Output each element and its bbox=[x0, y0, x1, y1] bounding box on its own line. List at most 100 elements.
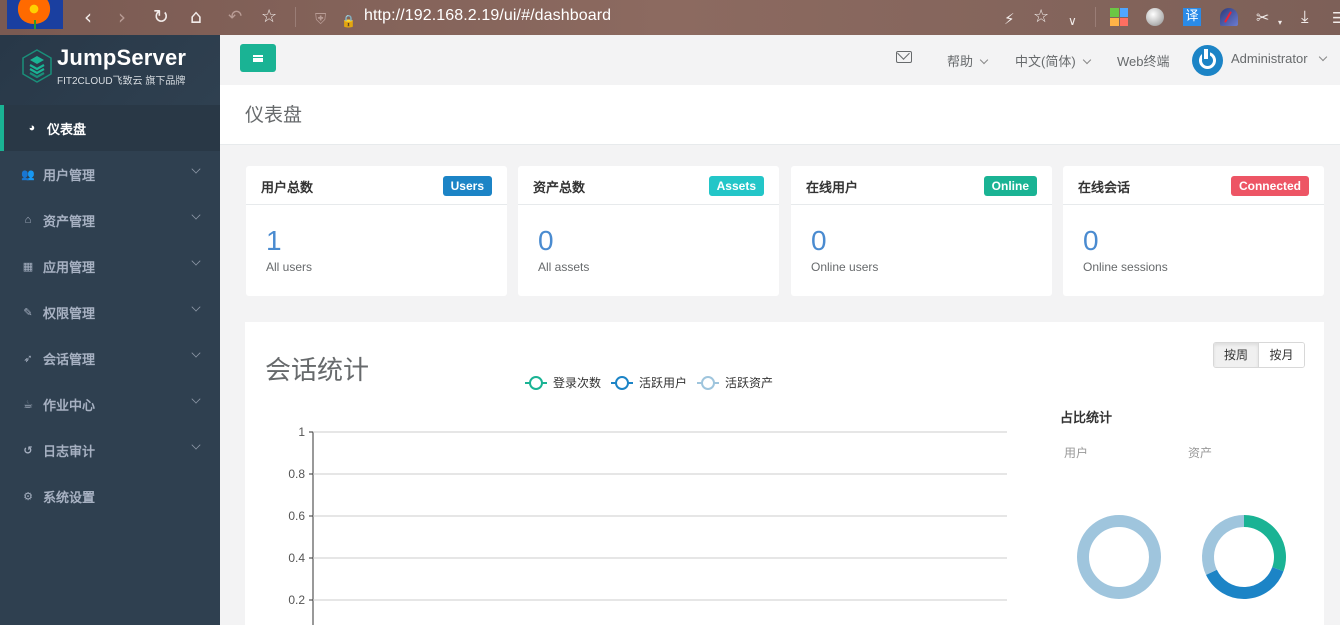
top-navbar: 帮助 中文(简体) Web终端 Administrator bbox=[220, 35, 1340, 85]
card-total-users: 用户总数 Users 1 All users bbox=[246, 166, 507, 296]
donut-slice bbox=[1206, 566, 1284, 599]
shield-icon[interactable]: ⛨ bbox=[315, 8, 326, 30]
hamburger-icon bbox=[253, 54, 263, 62]
card-label: Online users bbox=[811, 260, 879, 274]
sidebar-item-label: 仪表盘 bbox=[47, 121, 87, 137]
coffee-icon: ☕ bbox=[23, 398, 33, 411]
page-title: 仪表盘 bbox=[245, 105, 303, 126]
sidebar-item-label: 权限管理 bbox=[43, 305, 96, 321]
card-online-sessions: 在线会话 Connected 0 Online sessions bbox=[1063, 166, 1324, 296]
status-badge: Users bbox=[442, 176, 492, 196]
undo-icon[interactable]: ↶ bbox=[228, 6, 242, 28]
favorite-star-icon[interactable]: ☆ bbox=[1033, 6, 1049, 28]
sidebar-item-label: 应用管理 bbox=[43, 259, 96, 275]
card-total-assets: 资产总数 Assets 0 All assets bbox=[518, 166, 779, 296]
sidebar-item-3[interactable]: ▦ 应用管理 bbox=[0, 243, 220, 289]
grid-icon: ▦ bbox=[22, 260, 34, 273]
sidebar-item-1[interactable]: 👥 用户管理 bbox=[0, 151, 220, 197]
donut-slice bbox=[1077, 515, 1161, 599]
dashboard-icon: ◕ bbox=[28, 122, 36, 134]
sidebar-item-6[interactable]: ☕ 作业中心 bbox=[0, 381, 220, 427]
user-dropdown[interactable]: Administrator bbox=[1231, 51, 1327, 66]
scissors-dropdown-icon[interactable]: ▾ bbox=[1278, 12, 1282, 34]
card-value[interactable]: 1 bbox=[266, 224, 282, 258]
browser-toolbar: ‹ › ↻ ⌂ ↶ ☆ ⛨ 🔒 http://192.168.2.19/ui/#… bbox=[0, 0, 1340, 35]
jumpserver-logo-icon bbox=[22, 49, 52, 83]
sidebar-item-4[interactable]: ✎ 权限管理 bbox=[0, 289, 220, 335]
page-heading: 仪表盘 bbox=[220, 85, 1340, 145]
chevron-down-icon bbox=[1318, 52, 1327, 62]
card-value[interactable]: 0 bbox=[811, 224, 827, 258]
bookmark-star-icon[interactable]: ☆ bbox=[261, 6, 277, 28]
session-line-chart: 0.2 0.4 0.6 0.8 1 bbox=[288, 425, 1286, 625]
chevron-down-icon bbox=[1082, 55, 1091, 65]
insecure-lock-icon[interactable]: 🔒 bbox=[341, 10, 356, 32]
chevron-down-icon bbox=[191, 394, 201, 404]
card-label: All assets bbox=[538, 260, 590, 274]
translate-icon[interactable]: 译 bbox=[1183, 8, 1201, 26]
users-icon: 👥 bbox=[21, 168, 35, 181]
history-icon: ↺ bbox=[23, 444, 33, 457]
logo-title: JumpServer bbox=[57, 45, 187, 70]
profile-avatar-icon[interactable] bbox=[7, 0, 63, 29]
apps-grid-icon[interactable] bbox=[1110, 8, 1128, 26]
home-icon[interactable]: ⌂ bbox=[190, 6, 202, 28]
address-bar[interactable]: http://192.168.2.19/ui/#/dashboard bbox=[364, 7, 611, 25]
menu-icon[interactable]: ☰ bbox=[1332, 7, 1340, 29]
language-label: 中文(简体) bbox=[1015, 54, 1076, 69]
reload-icon[interactable]: ↻ bbox=[153, 6, 169, 28]
y-tick-label: 0.2 bbox=[288, 593, 305, 607]
donut-slice bbox=[1202, 515, 1245, 575]
chevron-down-icon bbox=[191, 164, 201, 174]
y-tick-label: 0.8 bbox=[288, 467, 305, 481]
sidebar-item-label: 资产管理 bbox=[43, 213, 96, 229]
chevron-down-icon bbox=[979, 55, 989, 65]
scissors-icon[interactable]: ✂ bbox=[1256, 7, 1269, 29]
username: Administrator bbox=[1231, 51, 1308, 66]
web-terminal-link[interactable]: Web终端 bbox=[1117, 51, 1170, 70]
chevron-down-icon bbox=[191, 440, 201, 450]
card-label: Online sessions bbox=[1083, 260, 1168, 274]
card-title: 用户总数 bbox=[261, 180, 314, 195]
menu-toggle-button[interactable] bbox=[240, 44, 276, 72]
power-icon bbox=[1199, 49, 1216, 69]
sidebar-nav: ◕ 仪表盘 👥 用户管理 ⌂ 资产管理 ▦ 应用管理 ✎ 权限管理 ➶ 会话管理 ☕ 作业中心 ↺ 日志审计 ⚙… bbox=[0, 105, 220, 519]
gears-icon: ⚙ bbox=[23, 490, 33, 503]
toolbar-divider bbox=[1095, 7, 1096, 27]
status-badge: Assets bbox=[708, 176, 764, 196]
globe-icon[interactable] bbox=[1146, 8, 1164, 26]
forward-icon[interactable]: › bbox=[118, 6, 126, 28]
y-tick-label: 0.4 bbox=[288, 551, 305, 565]
help-dropdown[interactable]: 帮助 bbox=[947, 51, 989, 70]
logo-subtitle: FIT2CLOUD飞致云 旗下品牌 bbox=[57, 76, 186, 87]
card-value[interactable]: 0 bbox=[538, 224, 554, 258]
sidebar-item-label: 会话管理 bbox=[43, 351, 96, 367]
chevron-down-icon bbox=[191, 302, 201, 312]
sidebar-item-5[interactable]: ➶ 会话管理 bbox=[0, 335, 220, 381]
card-title: 在线会话 bbox=[1078, 180, 1131, 195]
chevron-down-icon bbox=[191, 348, 201, 358]
download-icon[interactable]: ⤓ bbox=[1301, 6, 1309, 28]
avatar[interactable] bbox=[1192, 45, 1223, 76]
sidebar-item-2[interactable]: ⌂ 资产管理 bbox=[0, 197, 220, 243]
speed-gauge-icon[interactable] bbox=[1220, 8, 1238, 26]
sidebar-item-label: 系统设置 bbox=[43, 489, 96, 505]
mail-icon[interactable] bbox=[896, 51, 912, 63]
card-title: 在线用户 bbox=[806, 180, 859, 195]
session-stats-panel: 会话统计 登录次数 活跃用户 活跃资产 按周 按月 占比统计 用户 资产 0.2 0.… bbox=[245, 322, 1324, 625]
chevron-down-icon bbox=[191, 210, 201, 220]
sidebar-item-7[interactable]: ↺ 日志审计 bbox=[0, 427, 220, 473]
back-icon[interactable]: ‹ bbox=[84, 6, 92, 28]
rocket-icon: ➶ bbox=[23, 352, 33, 365]
dropdown-chevron-icon[interactable]: ∨ bbox=[1068, 10, 1077, 32]
help-label: 帮助 bbox=[947, 54, 974, 69]
sidebar-item-8[interactable]: ⚙ 系统设置 bbox=[0, 473, 220, 519]
logo[interactable]: JumpServer FIT2CLOUD飞致云 旗下品牌 bbox=[0, 35, 220, 105]
sidebar-item-label: 用户管理 bbox=[43, 167, 96, 183]
language-dropdown[interactable]: 中文(简体) bbox=[1015, 51, 1091, 70]
sidebar-item-0[interactable]: ◕ 仪表盘 bbox=[0, 105, 220, 151]
card-value[interactable]: 0 bbox=[1083, 224, 1099, 258]
lightning-icon[interactable]: ⚡ bbox=[1004, 8, 1015, 30]
donut-slice bbox=[1243, 515, 1286, 572]
status-badge: Online bbox=[983, 176, 1037, 196]
